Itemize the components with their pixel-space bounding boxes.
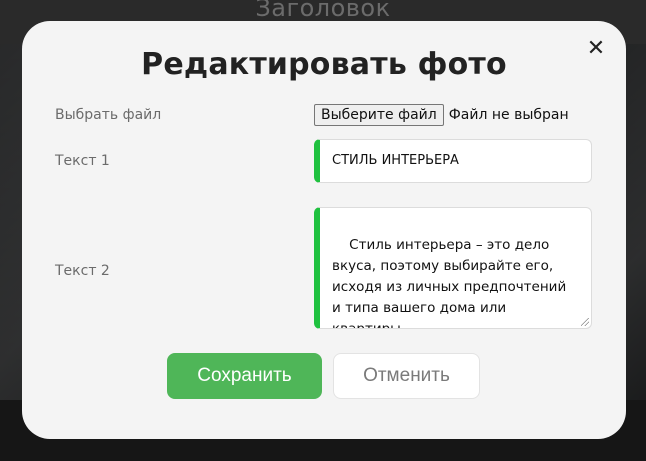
cancel-button[interactable]: Отменить [333, 353, 480, 399]
text2-value: Стиль интерьера – это дело вкуса, поэтом… [332, 237, 571, 329]
modal-title: Редактировать фото [141, 47, 507, 82]
edit-photo-modal: ✕ Редактировать фото Выбрать файл Выбери… [22, 21, 626, 439]
page-title: Заголовок [255, 0, 391, 22]
text2-label: Текст 2 [55, 263, 110, 279]
file-status-text: Файл не выбран [448, 107, 569, 123]
text1-input[interactable]: СТИЛЬ ИНТЕРЬЕРА [314, 139, 592, 183]
text1-label: Текст 1 [55, 153, 110, 169]
file-input: Выберите файл Файл не выбран [314, 104, 569, 126]
resize-grip-icon[interactable] [581, 318, 589, 326]
choose-file-button[interactable]: Выберите файл [314, 104, 444, 126]
file-label: Выбрать файл [55, 107, 162, 123]
text2-textarea[interactable]: Стиль интерьера – это дело вкуса, поэтом… [314, 207, 592, 329]
save-button[interactable]: Сохранить [167, 353, 322, 399]
